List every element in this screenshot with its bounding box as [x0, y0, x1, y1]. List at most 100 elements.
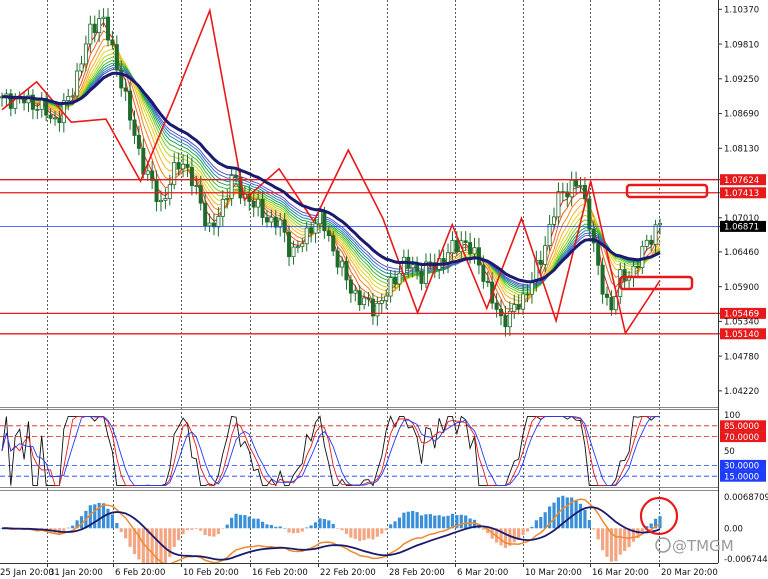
macd-bar — [252, 518, 256, 529]
time-tick-label: 16 Mar 20:00 — [592, 568, 649, 578]
candle-body — [158, 199, 163, 203]
candle-body — [503, 315, 508, 328]
macd-bar — [481, 528, 485, 530]
candle-body — [481, 264, 486, 282]
macd-bar — [212, 528, 216, 537]
candle-body — [194, 185, 199, 187]
macd-bar — [115, 523, 119, 529]
candle-body — [516, 304, 521, 310]
macd-bar — [230, 517, 234, 529]
candle-body — [260, 198, 265, 218]
candle-body — [189, 166, 194, 187]
candle-body — [256, 198, 261, 208]
candle-body — [450, 240, 455, 254]
macd-bar — [587, 519, 591, 529]
macd-bar — [358, 528, 362, 541]
macd-bar — [623, 528, 627, 551]
macd-bar — [393, 521, 397, 529]
macd-bar — [344, 528, 349, 534]
macd-bar — [331, 523, 335, 529]
candle-body — [410, 264, 415, 269]
macd-bar — [543, 512, 547, 529]
candle-body — [635, 265, 640, 269]
macd-bar — [353, 528, 357, 539]
candle-body — [225, 198, 230, 200]
macd-bar — [552, 502, 556, 529]
macd-bar — [583, 509, 587, 529]
macd-bar — [106, 508, 110, 529]
candle-body — [313, 223, 318, 234]
time-tick-label: 28 Feb 20:00 — [389, 568, 445, 578]
macd-bar — [428, 514, 432, 529]
price-tag-label: 1.07624 — [724, 176, 759, 186]
macd-bar — [322, 519, 326, 529]
time-tick-label: 25 Jan 20:00 — [0, 568, 54, 578]
candle-body — [229, 175, 234, 199]
candle-body — [609, 297, 614, 311]
price-axis: 1.10370 1.09810 1.09250 1.08690 1.08130 1.076… — [718, 6, 766, 397]
price-tag-label: 1.07413 — [724, 189, 759, 199]
macd-bar — [238, 514, 243, 529]
price-tag-label: 1.05140 — [724, 330, 759, 340]
candle-body — [154, 180, 159, 203]
candle-body — [167, 184, 172, 199]
candle-body — [605, 293, 610, 298]
macd-bar — [614, 528, 618, 562]
candle-body — [322, 211, 327, 232]
macd-bar — [578, 503, 583, 529]
macd-bar — [380, 528, 384, 534]
time-tick-label: 31 Jan 20:00 — [49, 568, 103, 578]
candle-body — [468, 242, 473, 255]
price-tick-label: 1.04220 — [724, 387, 759, 397]
macd-bar — [464, 515, 468, 529]
price-tag-label: 1.06871 — [724, 223, 759, 233]
macd-tick-label: 0.00 — [724, 524, 743, 534]
candle-body — [521, 293, 526, 310]
macd-bar — [154, 528, 159, 563]
macd-bar — [658, 516, 662, 529]
watermark: @TMGM — [655, 537, 734, 555]
level-tag-label: 30.0000 — [724, 462, 759, 472]
candle-body — [273, 216, 278, 228]
price-tick-label: 1.05900 — [724, 283, 759, 293]
candle-body — [649, 239, 654, 245]
candle-body — [463, 240, 468, 243]
candle-body — [388, 277, 393, 297]
candle-body — [163, 198, 168, 201]
macd-bar — [177, 528, 181, 541]
time-axis: 25 Jan 20:0031 Jan 20:00 6 Feb 20:00 10 Fe… — [0, 563, 718, 578]
macd-bar — [530, 526, 534, 529]
macd-bar — [375, 528, 379, 537]
candle-body — [136, 135, 141, 149]
candle-body — [569, 179, 574, 198]
macd-bar — [371, 528, 375, 540]
candle-body — [454, 240, 459, 253]
macd-bar — [124, 528, 128, 539]
level-tag-label: 15.0000 — [724, 472, 759, 482]
macd-bar — [600, 528, 605, 551]
watermark-text: @TMGM — [672, 537, 734, 555]
candle-body — [128, 90, 133, 121]
macd-bar — [71, 525, 75, 529]
macd-bar — [260, 521, 265, 529]
candle-body — [145, 170, 150, 175]
zigzag-line — [1, 7, 661, 336]
macd-bar — [336, 528, 340, 529]
macd-bar — [269, 525, 273, 529]
candle-body — [556, 191, 561, 218]
candle-body — [384, 295, 389, 301]
candle-body — [79, 63, 84, 72]
macd-bar — [305, 527, 309, 529]
candle-body — [331, 235, 336, 252]
macd-bar — [384, 528, 388, 531]
macd-bar — [287, 528, 291, 533]
candle-body — [220, 199, 225, 217]
macd-bar — [119, 528, 123, 533]
macd-bar — [203, 528, 207, 535]
candle-body — [309, 227, 314, 234]
watermark-logo-icon — [655, 537, 671, 553]
macd-bar — [618, 528, 622, 555]
candle-body — [357, 290, 362, 306]
macd-bar — [265, 524, 269, 529]
candle-body — [207, 222, 212, 227]
